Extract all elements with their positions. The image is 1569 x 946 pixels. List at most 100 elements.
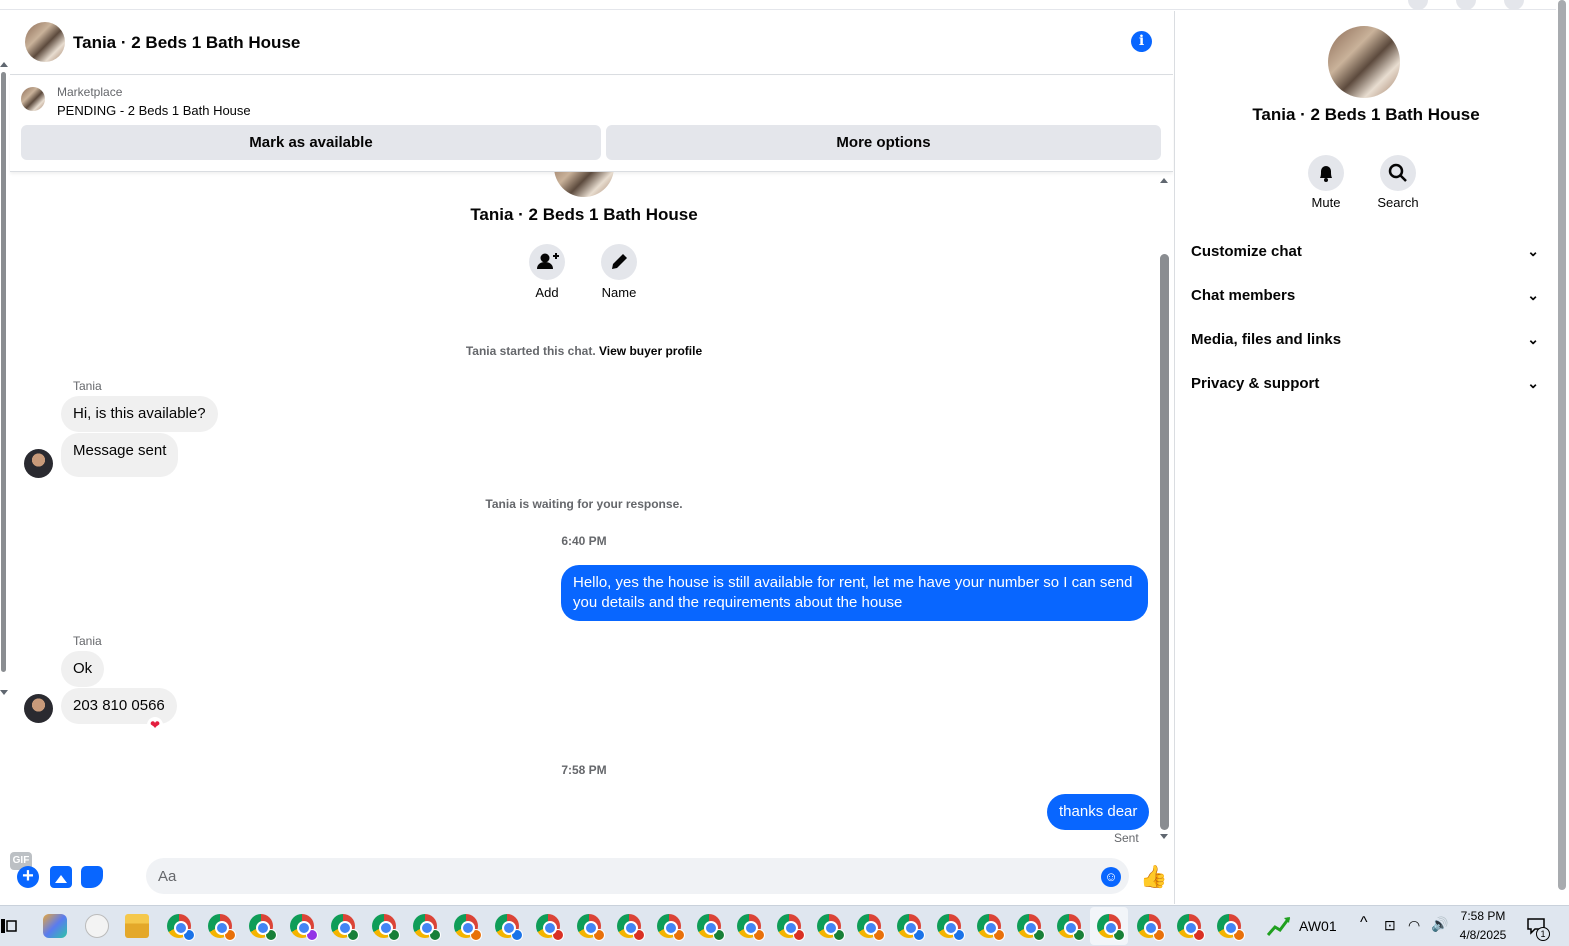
scroll-down-arrow[interactable] <box>0 690 8 695</box>
outgoing-message[interactable]: Hello, yes the house is still available … <box>561 565 1148 621</box>
meet-icon[interactable]: ⊡ <box>1384 917 1396 934</box>
scroll-down-arrow[interactable] <box>1160 834 1168 839</box>
photo-icon[interactable] <box>50 866 72 888</box>
add-person-button[interactable] <box>529 244 565 280</box>
task-view-icon[interactable] <box>0 916 18 936</box>
chrome-icon[interactable] <box>495 914 523 941</box>
incoming-message[interactable]: Message sent <box>61 433 179 477</box>
chrome-icon[interactable] <box>454 914 482 941</box>
plus-icon[interactable]: + <box>17 866 39 888</box>
notification-count: 1 <box>1536 927 1550 941</box>
chrome-icon[interactable] <box>697 914 725 941</box>
scrollbar-thumb[interactable] <box>1 72 6 672</box>
chevron-down-icon: ⌄ <box>1527 287 1539 303</box>
mute-label: Mute <box>1311 195 1341 210</box>
wifi-icon[interactable]: ◠ <box>1408 917 1420 934</box>
stock-chart-icon[interactable] <box>1267 915 1291 937</box>
thumbs-up-icon[interactable]: 👍 <box>1140 864 1167 890</box>
chrome-icon[interactable] <box>167 914 195 941</box>
chrome-icon[interactable] <box>372 914 400 941</box>
media-files-section[interactable]: Media, files and links ⌄ <box>1191 331 1543 348</box>
incoming-message[interactable]: Ok <box>61 651 105 687</box>
chrome-icon[interactable] <box>290 914 318 941</box>
chat-started-note: Tania started this chat. View buyer prof… <box>10 344 1158 358</box>
chrome-icon[interactable] <box>1097 914 1125 941</box>
waiting-note: Tania is waiting for your response. <box>485 497 683 511</box>
edit-name-button[interactable] <box>601 244 637 280</box>
message-scrollbar[interactable] <box>1158 172 1172 852</box>
scroll-up-arrow[interactable] <box>0 62 8 67</box>
chrome-icon[interactable] <box>208 914 236 941</box>
chrome-icon[interactable] <box>577 914 605 941</box>
pencil-icon <box>612 254 627 269</box>
paint-icon[interactable] <box>85 914 109 938</box>
copilot-icon[interactable] <box>43 914 67 938</box>
marketplace-bar: Marketplace PENDING - 2 Beds 1 Bath Hous… <box>10 76 1173 172</box>
chrome-icon[interactable] <box>817 914 845 941</box>
info-icon[interactable]: i <box>1131 31 1152 52</box>
volume-icon[interactable]: 🔊 <box>1431 916 1448 933</box>
top-strip-button[interactable] <box>1456 0 1476 10</box>
chat-avatar[interactable] <box>25 22 65 62</box>
show-hidden-icons-icon[interactable]: ^ <box>1360 914 1368 932</box>
privacy-support-section[interactable]: Privacy & support ⌄ <box>1191 375 1543 392</box>
chrome-icon[interactable] <box>1017 914 1045 941</box>
chrome-icon[interactable] <box>617 914 645 941</box>
file-explorer-icon[interactable] <box>125 914 149 938</box>
scroll-up-arrow[interactable] <box>1160 178 1168 183</box>
panel-title: Tania · 2 Beds 1 Bath House <box>1252 105 1480 124</box>
chevron-down-icon: ⌄ <box>1527 331 1539 347</box>
chrome-icon[interactable] <box>657 914 685 941</box>
chrome-icon[interactable] <box>737 914 765 941</box>
scrollbar-thumb[interactable] <box>1160 254 1169 830</box>
customize-chat-section[interactable]: Customize chat ⌄ <box>1191 243 1543 260</box>
chrome-icon[interactable] <box>1057 914 1085 941</box>
chat-title[interactable]: Tania · 2 Beds 1 Bath House <box>73 33 300 53</box>
message-line: Hello, yes the house is still available … <box>573 574 1133 591</box>
sticker-icon[interactable] <box>81 866 103 888</box>
top-strip-avatar[interactable] <box>1504 0 1524 10</box>
more-options-button[interactable]: More options <box>606 125 1161 160</box>
chrome-icon[interactable] <box>897 914 925 941</box>
clock-time[interactable]: 7:58 PM <box>1455 909 1511 923</box>
tray-label[interactable]: AW01 <box>1299 918 1337 934</box>
chrome-icon[interactable] <box>536 914 564 941</box>
chrome-icon[interactable] <box>937 914 965 941</box>
marketplace-label: Marketplace <box>57 85 123 99</box>
clock-date[interactable]: 4/8/2025 <box>1455 928 1511 942</box>
message-input[interactable] <box>146 858 1129 894</box>
panel-avatar[interactable] <box>1328 26 1400 98</box>
chrome-icon[interactable] <box>777 914 805 941</box>
started-text: Tania started this chat. <box>465 344 596 358</box>
top-strip-button[interactable] <box>1408 0 1428 10</box>
incoming-message[interactable]: Hi, is this available? <box>61 396 218 432</box>
sender-avatar[interactable] <box>24 694 53 723</box>
outgoing-message[interactable]: thanks dear <box>1047 794 1150 830</box>
chrome-icon[interactable] <box>857 914 885 941</box>
chrome-icon[interactable] <box>1177 914 1205 941</box>
scrollbar-thumb[interactable] <box>1558 0 1566 890</box>
chrome-icon[interactable] <box>977 914 1005 941</box>
heart-reaction-icon[interactable]: ❤ <box>147 717 163 733</box>
chrome-icon[interactable] <box>249 914 277 941</box>
search-button[interactable] <box>1380 155 1416 191</box>
emoji-icon[interactable]: ☺ <box>1101 867 1121 887</box>
search-icon <box>1388 163 1407 182</box>
messenger-window: Tania · 2 Beds 1 Bath House i Marketplac… <box>0 0 1569 946</box>
view-buyer-profile-link[interactable]: View buyer profile <box>599 344 702 358</box>
listing-title[interactable]: PENDING - 2 Beds 1 Bath House <box>57 103 251 118</box>
chrome-icon[interactable] <box>1217 914 1245 941</box>
chrome-icon[interactable] <box>1137 914 1165 941</box>
chat-members-section[interactable]: Chat members ⌄ <box>1191 287 1543 304</box>
section-label: Chat members <box>1191 287 1296 304</box>
mute-button[interactable] <box>1308 155 1344 191</box>
chrome-icon[interactable] <box>413 914 441 941</box>
listing-thumbnail[interactable] <box>21 87 45 111</box>
page-scrollbar[interactable] <box>1556 0 1569 904</box>
left-scrollbar[interactable] <box>0 62 8 697</box>
add-person-icon <box>537 253 559 269</box>
timestamp: 7:58 PM <box>561 763 607 777</box>
chrome-icon[interactable] <box>331 914 359 941</box>
mark-available-button[interactable]: Mark as available <box>21 125 601 160</box>
sender-avatar[interactable] <box>24 449 53 478</box>
